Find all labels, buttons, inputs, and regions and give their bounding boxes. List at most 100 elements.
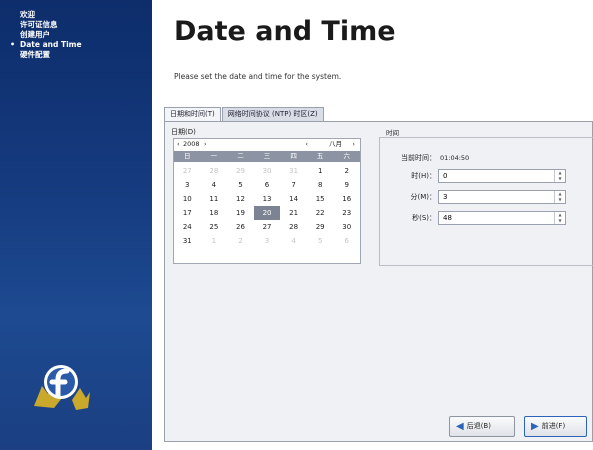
hour-row: 时(H)： ▲▼ (380, 169, 593, 183)
calendar-day[interactable]: 10 (174, 192, 201, 206)
calendar-week-row: 3456789 (174, 178, 360, 192)
sidebar-item-create-user: 创建用户 (20, 30, 50, 39)
calendar-day[interactable]: 30 (254, 164, 281, 178)
weekday-label: 三 (263, 152, 271, 160)
date-label: 日期(D) (171, 128, 196, 136)
weekday-label: 二 (237, 152, 244, 160)
calendar-day[interactable]: 22 (307, 206, 334, 220)
hour-spinbox[interactable]: ▲▼ (438, 169, 566, 183)
calendar-day[interactable]: 26 (227, 220, 254, 234)
date-time-panel: 日期(D) ‹ 2008 › ‹ 八月 › 日 一 二 三 四 五 六 27 28… (164, 121, 593, 442)
calendar-day[interactable]: 20 (253, 206, 281, 220)
calendar-day[interactable]: 6 (254, 178, 281, 192)
second-spinbox[interactable]: ▲▼ (438, 211, 566, 225)
calendar-header: ‹ 2008 › ‹ 八月 › (174, 139, 360, 150)
prev-month-button[interactable]: ‹ (305, 139, 308, 150)
calendar-grid: 27 28 29 30 31 1 2 3 4 5 6 7 8 9 10 11 12 13 14 15 16 17 18 19 2… (174, 164, 360, 248)
weekday-label: 一 (210, 152, 218, 160)
second-label: 秒(S)： (412, 214, 436, 222)
calendar-day[interactable]: 1 (307, 164, 334, 178)
calendar-week-row: 24 25 26 27 28 29 30 (174, 220, 360, 234)
calendar-day[interactable]: 30 (333, 220, 360, 234)
calendar-day[interactable]: 2 (333, 164, 360, 178)
calendar-day[interactable]: 25 (201, 220, 228, 234)
calendar-day[interactable]: 4 (201, 178, 228, 192)
calendar-week-row: 10 11 12 13 14 15 16 (174, 192, 360, 206)
next-month-button[interactable]: › (352, 139, 355, 150)
calendar-week-row: 17 18 19 20 21 22 23 (174, 206, 360, 220)
calendar-day[interactable]: 24 (174, 220, 201, 234)
page-subtitle: Please set the date and time for the sys… (174, 72, 342, 81)
calendar-day[interactable]: 27 (254, 220, 281, 234)
weekday-label: 四 (290, 152, 297, 160)
second-row: 秒(S)： ▲▼ (380, 211, 593, 225)
calendar-month: 八月 (329, 140, 342, 148)
minute-input[interactable] (439, 191, 553, 203)
calendar-day[interactable]: 11 (201, 192, 228, 206)
calendar-year: 2008 (183, 140, 200, 148)
weekday-label: 日 (184, 152, 191, 160)
minute-spinbox[interactable]: ▲▼ (438, 190, 566, 204)
calendar-day[interactable]: 31 (280, 164, 307, 178)
calendar-day[interactable]: 28 (201, 164, 228, 178)
hour-input[interactable] (439, 170, 553, 182)
calendar-day[interactable]: 4 (280, 234, 307, 248)
calendar-day[interactable]: 12 (227, 192, 254, 206)
calendar-day[interactable]: 5 (307, 234, 334, 248)
sidebar: 欢迎 许可证信息 创建用户 Date and Time 硬件配置 (0, 0, 152, 450)
calendar-day[interactable]: 16 (333, 192, 360, 206)
calendar-day[interactable]: 3 (254, 234, 281, 248)
calendar-week-row: 27 28 29 30 31 1 2 (174, 164, 360, 178)
calendar-day[interactable]: 19 (227, 206, 254, 220)
weekday-label: 六 (343, 152, 351, 160)
calendar-day[interactable]: 14 (280, 192, 307, 206)
calendar-day[interactable]: 13 (254, 192, 281, 206)
current-time-row: 当前时间： 01:04:50 (380, 151, 593, 165)
calendar-day[interactable]: 2 (227, 234, 254, 248)
tab-ntp-timezone[interactable]: 网络时间协议 (NTP) 时区(Z) (221, 107, 324, 121)
calendar-day[interactable]: 1 (201, 234, 228, 248)
sidebar-steps: 欢迎 许可证信息 创建用户 Date and Time 硬件配置 (0, 0, 152, 60)
calendar-day[interactable]: 28 (280, 220, 307, 234)
back-button-label: 后退(B) (466, 422, 491, 430)
minute-label: 分(M)： (410, 193, 436, 201)
calendar-day[interactable]: 27 (174, 164, 201, 178)
calendar: ‹ 2008 › ‹ 八月 › 日 一 二 三 四 五 六 27 28 29 30 31… (173, 138, 361, 264)
calendar-day[interactable]: 3 (174, 178, 201, 192)
calendar-day[interactable]: 21 (280, 206, 307, 220)
hour-label: 时(H)： (411, 172, 436, 180)
back-button[interactable]: ◀ 后退(B) (449, 416, 515, 437)
prev-year-button[interactable]: ‹ (177, 139, 180, 150)
weekday-header: 日 一 二 三 四 五 六 (174, 151, 360, 162)
calendar-day[interactable]: 6 (333, 234, 360, 248)
back-arrow-icon: ◀ (456, 421, 464, 432)
calendar-day[interactable]: 29 (227, 164, 254, 178)
main-panel: Date and Time Please set the date and ti… (152, 0, 593, 450)
page-title: Date and Time (174, 16, 396, 47)
calendar-day[interactable]: 31 (174, 234, 201, 248)
forward-button-label: 前进(F) (541, 422, 566, 430)
tab-date-time[interactable]: 日期和时间(T) (164, 107, 221, 121)
calendar-day[interactable]: 15 (307, 192, 334, 206)
sidebar-item-welcome: 欢迎 (20, 10, 35, 19)
calendar-day[interactable]: 8 (307, 178, 334, 192)
calendar-day[interactable]: 18 (201, 206, 228, 220)
minute-spin-arrows[interactable]: ▲ ▼ (554, 191, 565, 203)
calendar-day[interactable]: 17 (174, 206, 201, 220)
minute-row: 分(M)： ▲▼ (380, 190, 593, 204)
calendar-day[interactable]: 23 (333, 206, 360, 220)
next-year-button[interactable]: › (204, 139, 207, 150)
calendar-day[interactable]: 5 (227, 178, 254, 192)
sidebar-item-license: 许可证信息 (20, 20, 58, 29)
hour-spin-arrows[interactable]: ▲ ▼ (554, 170, 565, 182)
forward-arrow-icon: ▶ (531, 421, 539, 432)
forward-button[interactable]: ▶ 前进(F) (524, 416, 587, 437)
second-input[interactable] (439, 212, 553, 224)
calendar-day[interactable]: 9 (333, 178, 360, 192)
calendar-day[interactable]: 7 (280, 178, 307, 192)
current-time-label: 当前时间： (401, 154, 436, 162)
calendar-day[interactable]: 29 (307, 220, 334, 234)
second-spin-arrows[interactable]: ▲ ▼ (554, 212, 565, 224)
sidebar-item-hardware: 硬件配置 (20, 50, 50, 59)
sidebar-item-date-time: Date and Time (0, 40, 152, 50)
